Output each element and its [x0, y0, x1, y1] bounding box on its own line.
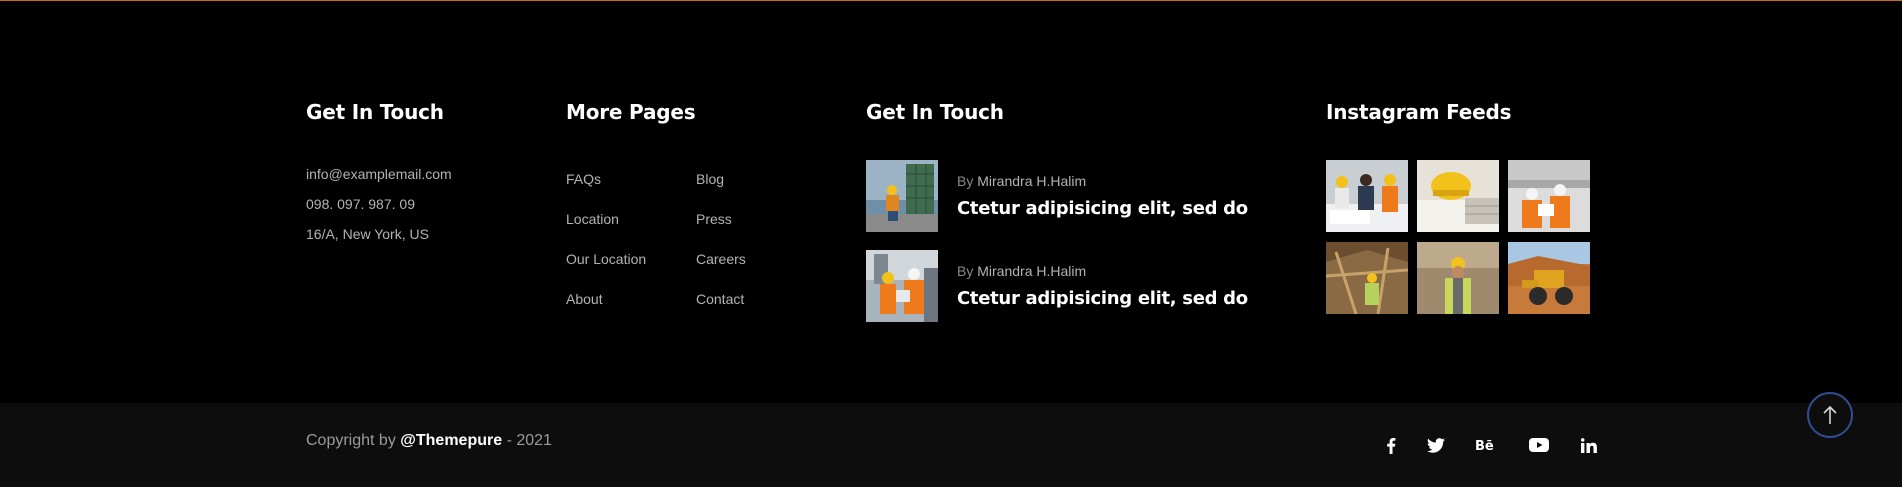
footer-bottom-bar [0, 403, 1902, 487]
instagram-image[interactable] [1326, 242, 1408, 314]
post-title[interactable]: Ctetur adipisicing elit, sed do [957, 288, 1248, 309]
post-title[interactable]: Ctetur adipisicing elit, sed do [957, 198, 1248, 219]
contact-title: Get In Touch [306, 100, 444, 124]
svg-text:Bē: Bē [1475, 439, 1494, 452]
contact-address: 16/A, New York, US [306, 226, 429, 242]
instagram-image[interactable] [1417, 160, 1499, 232]
post-by-label: By [957, 173, 974, 189]
link-blog[interactable]: Blog [696, 171, 724, 187]
twitter-icon[interactable] [1423, 434, 1449, 456]
contact-email[interactable]: info@examplemail.com [306, 166, 452, 182]
post-author[interactable]: Mirandra H.Halim [977, 263, 1086, 279]
arrow-up-icon [1823, 405, 1837, 424]
instagram-image[interactable] [1417, 242, 1499, 314]
link-contact[interactable]: Contact [696, 291, 744, 307]
post-thumbnail[interactable] [866, 250, 938, 322]
post-author[interactable]: Mirandra H.Halim [977, 173, 1086, 189]
linkedin-icon[interactable] [1576, 434, 1602, 456]
copyright-year: - 2021 [506, 432, 552, 449]
more-pages-title: More Pages [566, 100, 696, 124]
contact-phone[interactable]: 098. 097. 987. 09 [306, 196, 415, 212]
instagram-image[interactable] [1508, 242, 1590, 314]
instagram-title: Instagram Feeds [1326, 100, 1512, 124]
brand-link[interactable]: @Themepure [400, 432, 502, 449]
link-location[interactable]: Location [566, 211, 619, 227]
post-item[interactable]: By Mirandra H.Halim Ctetur adipisicing e… [866, 160, 1266, 232]
copyright-prefix: Copyright by [306, 432, 396, 449]
instagram-image[interactable] [1508, 160, 1590, 232]
link-our-location[interactable]: Our Location [566, 251, 646, 267]
youtube-icon[interactable] [1526, 434, 1552, 456]
facebook-icon[interactable] [1378, 434, 1404, 456]
instagram-image[interactable] [1326, 160, 1408, 232]
scroll-to-top-button[interactable] [1807, 392, 1853, 438]
link-careers[interactable]: Careers [696, 251, 746, 267]
link-about[interactable]: About [566, 291, 603, 307]
post-meta: By Mirandra H.Halim [957, 263, 1086, 279]
link-faqs[interactable]: FAQs [566, 171, 601, 187]
behance-icon[interactable]: Bē [1473, 434, 1499, 456]
post-item[interactable]: By Mirandra H.Halim Ctetur adipisicing e… [866, 250, 1266, 322]
post-by-label: By [957, 263, 974, 279]
post-thumbnail[interactable] [866, 160, 938, 232]
copyright-text: Copyright by @Themepure - 2021 [306, 432, 552, 450]
post-meta: By Mirandra H.Halim [957, 173, 1086, 189]
link-press[interactable]: Press [696, 211, 732, 227]
posts-title: Get In Touch [866, 100, 1004, 124]
